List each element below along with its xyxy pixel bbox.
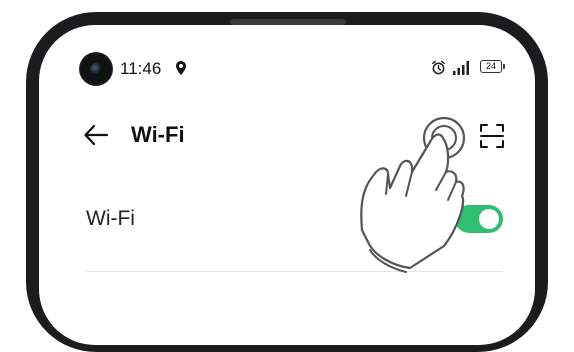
scan-qr-button[interactable] xyxy=(478,122,506,150)
toggle-knob xyxy=(479,209,499,229)
back-button[interactable] xyxy=(82,122,110,148)
signal-bars-icon xyxy=(452,60,470,80)
battery-icon: 24 xyxy=(480,60,505,73)
scan-qr-icon xyxy=(480,124,504,148)
wifi-setting-label: Wi-Fi xyxy=(86,207,135,230)
location-pin-icon xyxy=(176,61,186,80)
arrow-left-icon xyxy=(84,124,109,146)
alarm-clock-icon xyxy=(431,60,446,80)
page-title: Wi-Fi xyxy=(131,122,185,147)
front-camera-icon xyxy=(80,53,112,85)
battery-level: 24 xyxy=(485,61,496,71)
status-icons xyxy=(431,60,470,80)
status-time: 11:46 xyxy=(120,59,162,78)
tap-hand-icon xyxy=(340,110,480,285)
device-mockup: 11:46 24 Wi-Fi Wi-Fi xyxy=(0,0,574,352)
